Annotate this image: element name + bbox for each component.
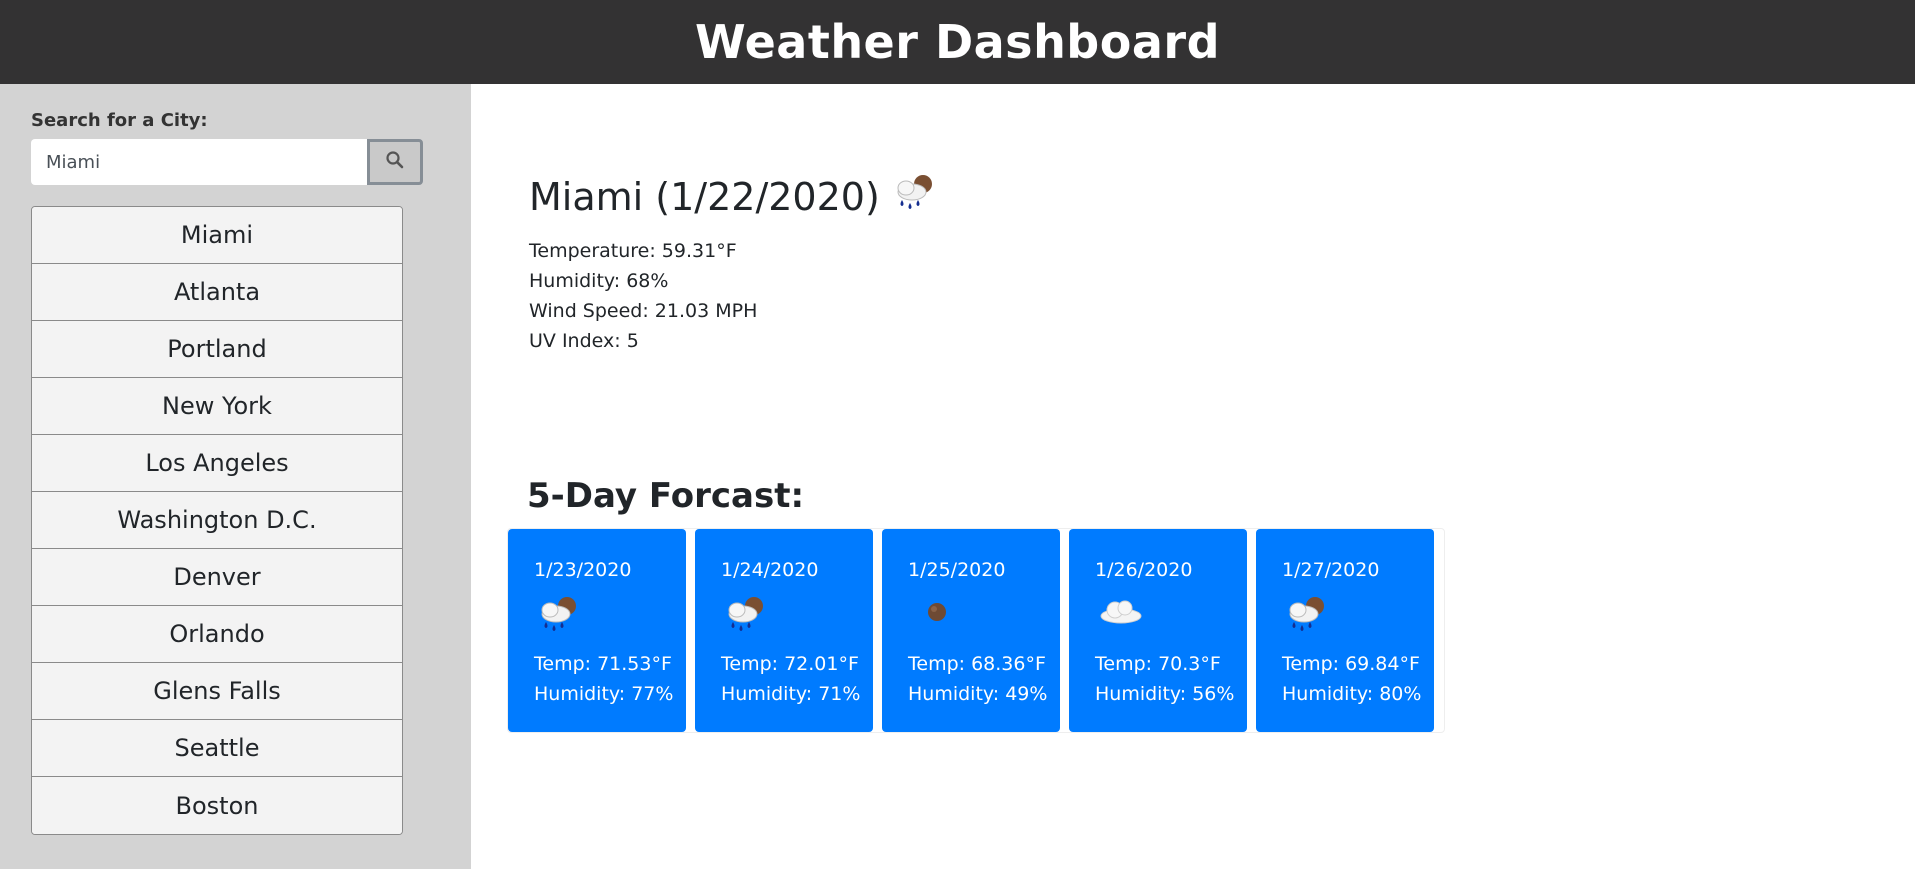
city-button-denver[interactable]: Denver — [32, 549, 402, 606]
forecast-humidity: Humidity: 49% — [908, 683, 1048, 705]
forecast-temp: Temp: 68.36°F — [908, 653, 1046, 675]
forecast-date: 1/24/2020 — [721, 559, 819, 581]
city-button-orlando[interactable]: Orlando — [32, 606, 402, 663]
forecast-date: 1/23/2020 — [534, 559, 632, 581]
city-search-input[interactable] — [31, 139, 367, 185]
forecast-card: 1/24/2020 Temp: 72.01°F Humidity: 71% — [695, 529, 873, 732]
city-button-new-york[interactable]: New York — [32, 378, 402, 435]
app-header: Weather Dashboard — [0, 0, 1915, 84]
search-label: Search for a City: — [31, 110, 208, 131]
current-humidity: Humidity: 68% — [529, 270, 669, 292]
forecast-humidity: Humidity: 56% — [1095, 683, 1235, 705]
forecast-humidity: Humidity: 71% — [721, 683, 861, 705]
forecast-humidity: Humidity: 80% — [1282, 683, 1422, 705]
rain-icon — [721, 592, 773, 640]
night-clear-icon — [908, 592, 960, 640]
city-button-washington-dc[interactable]: Washington D.C. — [32, 492, 402, 549]
main-content: Miami (1/22/2020) Temperature: 59.31°F H… — [471, 84, 1915, 869]
forecast-date: 1/26/2020 — [1095, 559, 1193, 581]
city-button-atlanta[interactable]: Atlanta — [32, 264, 402, 321]
forecast-date: 1/27/2020 — [1282, 559, 1380, 581]
search-icon — [385, 150, 405, 174]
current-uv-index: UV Index: 5 — [529, 330, 639, 352]
current-wind-speed: Wind Speed: 21.03 MPH — [529, 300, 758, 322]
search-button[interactable] — [367, 139, 423, 185]
city-button-glens-falls[interactable]: Glens Falls — [32, 663, 402, 720]
forecast-card: 1/27/2020 Temp: 69.84°F Humidity: 80% — [1256, 529, 1434, 732]
sidebar: Search for a City: Miami Atlanta Portlan… — [0, 84, 471, 869]
forecast-date: 1/25/2020 — [908, 559, 1006, 581]
current-temperature: Temperature: 59.31°F — [529, 240, 737, 262]
forecast-humidity: Humidity: 77% — [534, 683, 674, 705]
current-city-date: Miami (1/22/2020) — [529, 174, 880, 219]
forecast-temp: Temp: 69.84°F — [1282, 653, 1420, 675]
forecast-row: 1/23/2020 Temp: 71.53°F Humidity: 77% 1/… — [507, 528, 1445, 733]
city-history-list: Miami Atlanta Portland New York Los Ange… — [31, 206, 403, 835]
rain-icon — [890, 170, 942, 223]
forecast-temp: Temp: 70.3°F — [1095, 653, 1221, 675]
forecast-heading: 5-Day Forcast: — [527, 476, 805, 516]
city-button-boston[interactable]: Boston — [32, 777, 402, 834]
city-button-portland[interactable]: Portland — [32, 321, 402, 378]
forecast-card: 1/26/2020 Temp: 70.3°F Humidity: 56% — [1069, 529, 1247, 732]
forecast-temp: Temp: 71.53°F — [534, 653, 672, 675]
rain-icon — [534, 592, 586, 640]
rain-icon — [1282, 592, 1334, 640]
cloud-icon — [1095, 592, 1147, 640]
forecast-card: 1/23/2020 Temp: 71.53°F Humidity: 77% — [508, 529, 686, 732]
forecast-card: 1/25/2020 Temp: 68.36°F Humidity: 49% — [882, 529, 1060, 732]
current-weather-title: Miami (1/22/2020) — [529, 170, 942, 223]
search-row — [31, 139, 423, 185]
current-stats: Temperature: 59.31°F Humidity: 68% Wind … — [529, 236, 757, 356]
forecast-temp: Temp: 72.01°F — [721, 653, 859, 675]
city-button-los-angeles[interactable]: Los Angeles — [32, 435, 402, 492]
app-title: Weather Dashboard — [694, 15, 1220, 69]
city-button-seattle[interactable]: Seattle — [32, 720, 402, 777]
city-button-miami[interactable]: Miami — [32, 207, 402, 264]
